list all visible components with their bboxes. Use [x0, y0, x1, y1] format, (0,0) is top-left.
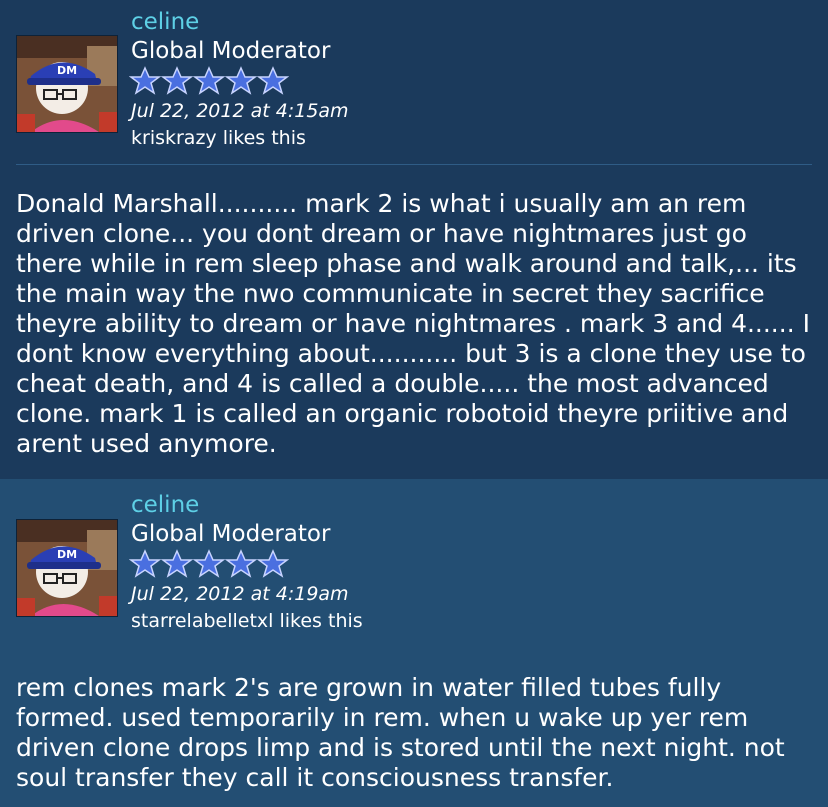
star-icon [257, 66, 289, 95]
forum-post: DM celine Global Moderator Jul 22, 2012 … [0, 0, 828, 479]
svg-text:DM: DM [57, 548, 77, 561]
svg-text:DM: DM [57, 64, 77, 77]
star-icon [193, 66, 225, 95]
star-icon [161, 66, 193, 95]
user-role: Global Moderator [131, 38, 331, 64]
post-meta: celine Global Moderator Jul 22, 2012 at … [129, 491, 363, 635]
cartoon-avatar-icon: DM [17, 36, 117, 132]
post-body: rem clones mark 2's are grown in water f… [16, 673, 785, 792]
user-rating [129, 549, 363, 579]
post-divider [16, 164, 812, 165]
star-icon [161, 549, 193, 578]
forum-post: DM celine Global Moderator Jul 22, 2012 … [0, 479, 828, 807]
post-likes[interactable]: starrelabelletxl likes this [131, 607, 363, 635]
user-avatar[interactable]: DM [16, 519, 118, 617]
post-timestamp[interactable]: Jul 22, 2012 at 4:15am [131, 98, 349, 124]
username-link[interactable]: celine [131, 491, 363, 519]
star-icon [129, 549, 161, 578]
user-rating [129, 66, 349, 96]
star-icon [129, 66, 161, 95]
star-icon [257, 549, 289, 578]
post-meta: celine Global Moderator Jul 22, 2012 at … [129, 8, 349, 152]
user-role: Global Moderator [131, 521, 331, 547]
cartoon-avatar-icon: DM [17, 520, 117, 616]
post-body: Donald Marshall.......... mark 2 is what… [16, 189, 810, 458]
star-icon [225, 66, 257, 95]
star-icon [225, 549, 257, 578]
user-avatar[interactable]: DM [16, 35, 118, 133]
post-timestamp[interactable]: Jul 22, 2012 at 4:19am [131, 581, 363, 607]
post-likes[interactable]: kriskrazy likes this [131, 124, 349, 152]
star-icon [193, 549, 225, 578]
username-link[interactable]: celine [131, 8, 349, 36]
